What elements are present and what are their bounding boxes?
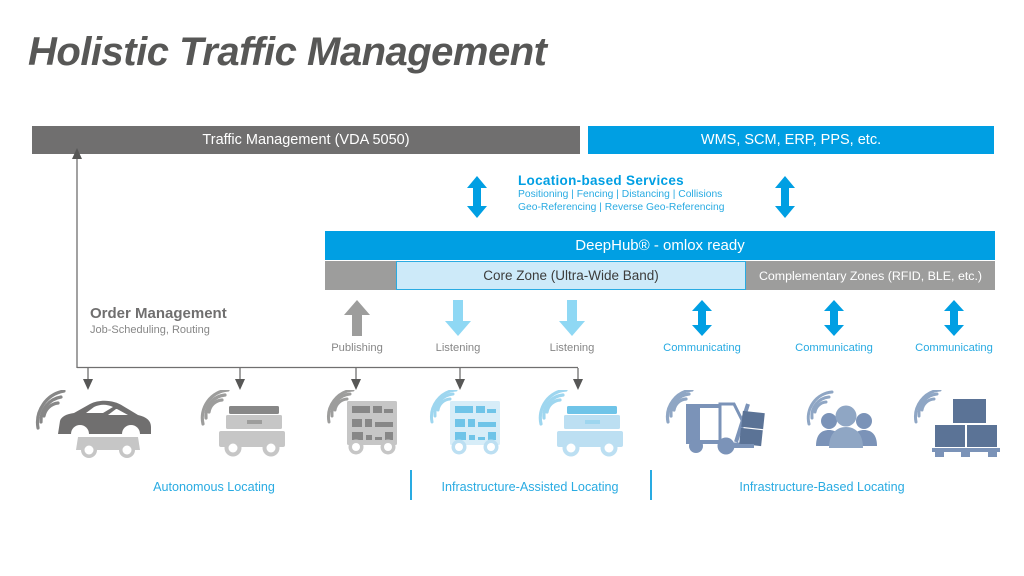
agv-cart-icon [538, 388, 623, 457]
flow-communicating-2: Communicating [774, 300, 894, 354]
location-based-services-block: Location-based Services Positioning | Fe… [518, 173, 768, 214]
core-zone: Core Zone (Ultra-Wide Band) [396, 261, 746, 290]
shelf-robot-icon [430, 388, 500, 455]
diagram-canvas: Holistic Traffic Management Traffic Mana… [0, 0, 1024, 576]
double-arrow-vertical-icon [466, 176, 488, 218]
vehicle-pallet-boxes [912, 388, 1004, 458]
flow-communicating-1: Communicating [642, 300, 762, 354]
double-arrow-vertical-icon [774, 300, 894, 336]
flow-communicating-3: Communicating [894, 300, 1014, 354]
category-infrastructure-based-locating: Infrastructure-Based Locating [739, 480, 905, 494]
lbs-subline-1: Positioning | Fencing | Distancing | Col… [518, 189, 723, 200]
agv-cart-icon [200, 388, 285, 457]
vehicle-forklift [662, 388, 767, 458]
zone-edge-left [325, 261, 396, 290]
vehicle-agv-cart-gray [195, 388, 290, 458]
category-divider-right [650, 470, 652, 500]
car-icon [35, 389, 151, 458]
double-arrow-vertical-icon [642, 300, 762, 336]
shelf-robot-icon [327, 388, 397, 455]
traffic-management-bar: Traffic Management (VDA 5050) [32, 126, 580, 154]
order-management-block: Order Management Job-Scheduling, Routing [90, 305, 330, 337]
arrow-down-icon [512, 300, 632, 336]
vehicle-car [28, 389, 153, 458]
category-autonomous-locating: Autonomous Locating [153, 480, 275, 494]
page-title: Holistic Traffic Management [28, 30, 547, 74]
flow-label: Listening [549, 342, 595, 354]
flow-listening-1: Listening [398, 300, 518, 354]
enterprise-systems-bar: WMS, SCM, ERP, PPS, etc. [588, 126, 994, 154]
lbs-heading: Location-based Services [518, 173, 684, 188]
vehicle-shelf-robot-blue [428, 388, 506, 458]
vehicle-people-group [805, 390, 885, 458]
order-management-title: Order Management [90, 305, 227, 322]
double-arrow-vertical-icon [774, 176, 796, 218]
forklift-icon [665, 388, 765, 455]
lbs-subline-2: Geo-Referencing | Reverse Geo-Referencin… [518, 201, 725, 213]
flow-label: Communicating [795, 342, 873, 354]
order-management-subtitle: Job-Scheduling, Routing [90, 324, 210, 336]
flow-label: Listening [435, 342, 481, 354]
double-arrow-vertical-icon [894, 300, 1014, 336]
category-infrastructure-assisted-locating: Infrastructure-Assisted Locating [441, 480, 619, 494]
deephub-bar: DeepHub® - omlox ready [325, 231, 995, 260]
arrow-down-icon [398, 300, 518, 336]
flow-label: Communicating [663, 342, 741, 354]
vehicle-agv-cart-blue [533, 388, 628, 458]
complementary-zones: Complementary Zones (RFID, BLE, etc.) [746, 261, 995, 290]
flow-label: Communicating [915, 342, 993, 354]
flow-listening-2: Listening [512, 300, 632, 354]
zones-row: Core Zone (Ultra-Wide Band) Complementar… [325, 261, 995, 290]
pallet-boxes-icon [914, 388, 1000, 457]
people-group-icon [806, 390, 877, 448]
category-divider-left [410, 470, 412, 500]
vehicle-shelf-robot-gray [325, 388, 403, 458]
